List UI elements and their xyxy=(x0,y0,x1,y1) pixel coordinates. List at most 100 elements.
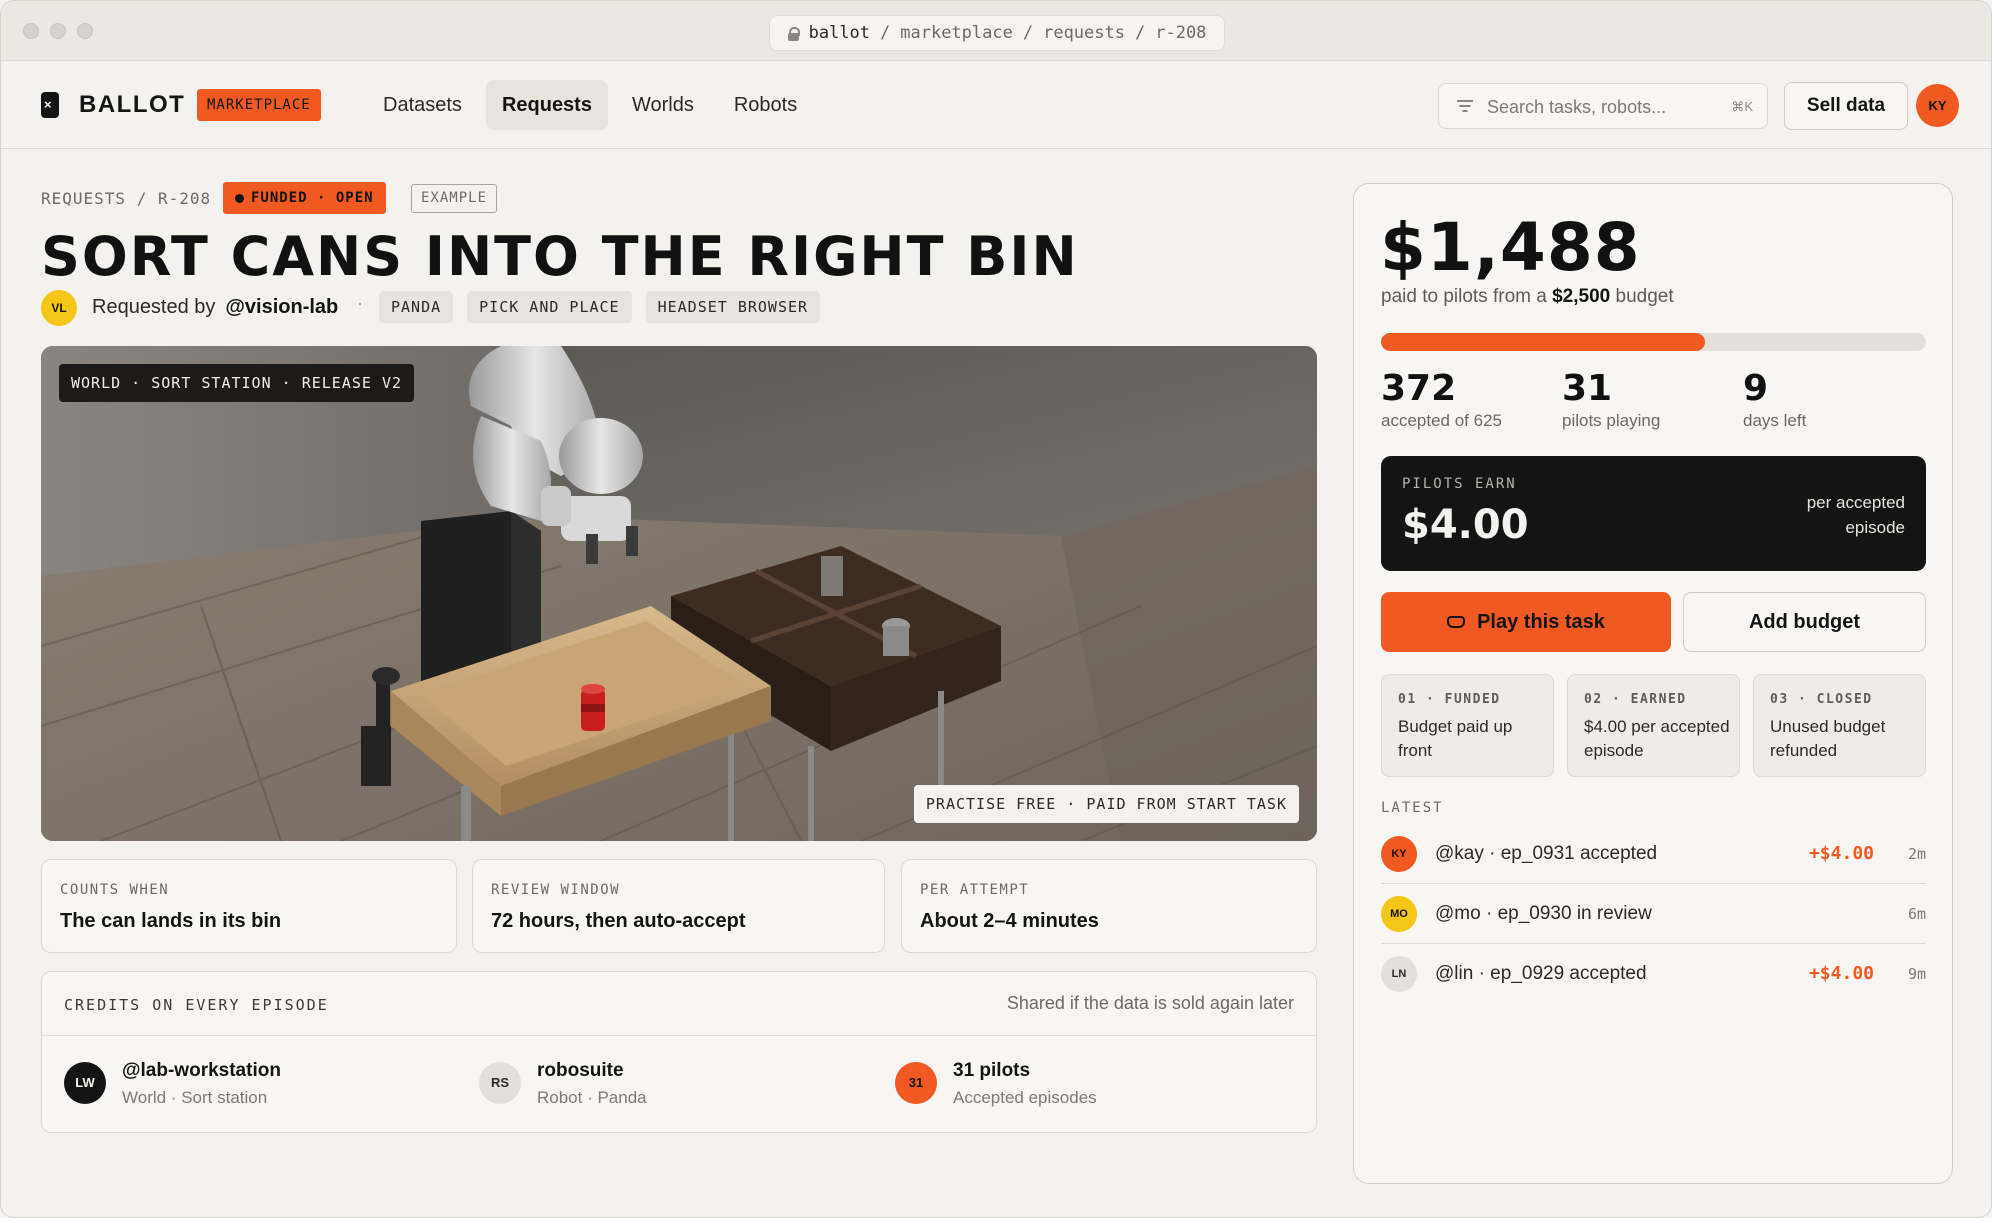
paid-suffix: budget xyxy=(1615,286,1674,307)
nav-link-robots[interactable]: Robots xyxy=(718,80,813,130)
nav-link-worlds[interactable]: Worlds xyxy=(616,80,710,130)
earnings-unit: per accepted episode xyxy=(1806,493,1905,537)
stat-accepted: 372 accepted of 625 xyxy=(1381,368,1502,431)
stat-pilots: 31 pilots playing xyxy=(1562,368,1660,431)
status-badge: FUNDED · OPEN xyxy=(223,182,386,214)
stat-label: pilots playing xyxy=(1562,411,1661,430)
credit-avatar: LW xyxy=(64,1062,106,1104)
step-key: 01 · FUNDED xyxy=(1398,692,1501,707)
search-shortcut: ⌘K xyxy=(1731,99,1753,114)
breadcrumb[interactable]: REQUESTS / R-208 xyxy=(41,189,211,208)
play-task-button[interactable]: Play this task xyxy=(1381,592,1671,652)
activity-text: @mo · ep_0930 in review xyxy=(1435,903,1652,924)
stat-value: 372 xyxy=(1381,368,1457,409)
paid-summary: paid to pilots from a $2,500 budget xyxy=(1381,286,1674,308)
stat-label: days left xyxy=(1743,411,1807,430)
info-card-key: REVIEW WINDOW xyxy=(491,882,621,898)
activity-amount: +$4.00 xyxy=(1808,963,1874,984)
activity-time: 2m xyxy=(1907,845,1926,863)
play-task-label: Play this task xyxy=(1477,610,1605,633)
marketplace-badge: MARKETPLACE xyxy=(197,89,321,121)
requester-avatar: VL xyxy=(41,290,77,326)
credits-header: CREDITS ON EVERY EPISODE Shared if the d… xyxy=(42,972,1316,1036)
info-card-value: About 2–4 minutes xyxy=(920,910,1099,932)
credit-name: @lab-workstation xyxy=(122,1060,281,1081)
step-earned: 02 · EARNED $4.00 per accepted episode xyxy=(1567,674,1740,777)
headset-icon xyxy=(1447,616,1466,628)
credit-avatar: RS xyxy=(479,1062,521,1104)
credit-sub: World · Sort station xyxy=(122,1088,268,1107)
activity-amount: +$4.00 xyxy=(1808,843,1874,864)
paid-amount: $1,488 xyxy=(1380,209,1641,286)
pilot-earnings-card: PILOTS EARN $4.00 per accepted episode xyxy=(1381,456,1926,571)
activity-avatar: KY xyxy=(1381,836,1417,872)
url-segment: r-208 xyxy=(1155,23,1207,43)
search-placeholder: Search tasks, robots... xyxy=(1487,97,1667,117)
step-key: 03 · CLOSED xyxy=(1770,692,1873,707)
activity-row[interactable]: MO @mo · ep_0930 in review 6m xyxy=(1381,884,1926,944)
url-separator: / xyxy=(880,23,891,43)
minimize-window-button[interactable] xyxy=(50,23,66,39)
tag-platform[interactable]: HEADSET BROWSER xyxy=(645,291,821,323)
url-segment: marketplace xyxy=(900,23,1013,43)
scene-note: PRACTISE FREE · PAID FROM START TASK xyxy=(913,785,1299,823)
user-avatar[interactable]: KY xyxy=(1916,84,1959,127)
info-card-key: PER ATTEMPT xyxy=(920,882,1030,898)
credit-name: 31 pilots xyxy=(953,1060,1031,1081)
info-card-per-attempt: PER ATTEMPT About 2–4 minutes xyxy=(901,859,1317,953)
world-preview-image[interactable]: WORLD · SORT STATION · RELEASE V2 PRACTI… xyxy=(41,346,1317,841)
close-window-button[interactable] xyxy=(23,23,39,39)
step-text: $4.00 per accepted episode xyxy=(1584,717,1730,760)
paid-prefix: paid to pilots from a xyxy=(1381,286,1547,307)
top-nav: BALLOT MARKETPLACE Datasets Requests Wor… xyxy=(1,61,1991,149)
tag-skill[interactable]: PICK AND PLACE xyxy=(467,291,632,323)
example-badge: EXAMPLE xyxy=(411,184,498,213)
nav-link-requests[interactable]: Requests xyxy=(485,80,608,130)
info-card-counts-when: COUNTS WHEN The can lands in its bin xyxy=(41,859,457,953)
requested-by: Requested by @vision-lab xyxy=(92,296,338,319)
page-title: SORT CANS INTO THE RIGHT BIN xyxy=(41,225,1079,288)
activity-avatar: MO xyxy=(1381,896,1417,932)
activity-time: 6m xyxy=(1907,905,1926,923)
title-bar: ballot / marketplace / requests / r-208 xyxy=(1,1,1991,61)
nav-link-datasets[interactable]: Datasets xyxy=(367,80,478,130)
requested-by-label: Requested by xyxy=(92,296,216,318)
credit-sub: Robot · Panda xyxy=(537,1088,647,1107)
robot-scene-illustration xyxy=(41,346,1317,841)
earnings-label: PILOTS EARN xyxy=(1402,476,1517,492)
add-budget-button[interactable]: Add budget xyxy=(1683,592,1926,652)
step-key: 02 · EARNED xyxy=(1584,692,1687,707)
brand-name[interactable]: BALLOT xyxy=(79,91,185,119)
step-text: Budget paid up front xyxy=(1398,717,1513,760)
search-input[interactable]: Search tasks, robots... ⌘K xyxy=(1438,83,1768,129)
ballot-logo-icon[interactable] xyxy=(41,92,59,118)
earnings-value: $4.00 xyxy=(1402,502,1529,548)
url-segment: requests xyxy=(1043,23,1125,43)
stat-days-left: 9 days left xyxy=(1743,368,1806,431)
maximize-window-button[interactable] xyxy=(77,23,93,39)
stat-label: accepted of 625 xyxy=(1381,411,1502,430)
budget-amount: $2,500 xyxy=(1552,286,1611,307)
credit-avatar: 31 xyxy=(895,1062,937,1104)
activity-time: 9m xyxy=(1907,965,1926,983)
requester-link[interactable]: @vision-lab xyxy=(225,296,338,318)
credit-sub: Accepted episodes xyxy=(953,1088,1097,1107)
nav-links: Datasets Requests Worlds Robots xyxy=(367,80,813,130)
url-host: ballot xyxy=(808,23,870,43)
activity-row[interactable]: LN @lin · ep_0929 accepted +$4.00 9m xyxy=(1381,944,1926,1004)
url-separator: / xyxy=(1022,23,1034,43)
sell-data-button[interactable]: Sell data xyxy=(1784,82,1908,130)
filter-icon xyxy=(1457,100,1473,112)
info-card-value: The can lands in its bin xyxy=(60,910,282,932)
tag-robot[interactable]: PANDA xyxy=(379,291,454,323)
url-separator: / xyxy=(1134,23,1146,43)
latest-heading: LATEST xyxy=(1381,800,1444,816)
stat-value: 9 xyxy=(1743,368,1769,409)
info-card-value: 72 hours, then auto-accept xyxy=(491,910,746,932)
address-bar[interactable]: ballot / marketplace / requests / r-208 xyxy=(769,15,1225,51)
credits-panel: CREDITS ON EVERY EPISODE Shared if the d… xyxy=(41,971,1317,1133)
activity-text: @lin · ep_0929 accepted xyxy=(1435,963,1647,984)
info-card-review-window: REVIEW WINDOW 72 hours, then auto-accept xyxy=(472,859,885,953)
activity-text: @kay · ep_0931 accepted xyxy=(1435,843,1658,864)
activity-row[interactable]: KY @kay · ep_0931 accepted +$4.00 2m xyxy=(1381,824,1926,884)
